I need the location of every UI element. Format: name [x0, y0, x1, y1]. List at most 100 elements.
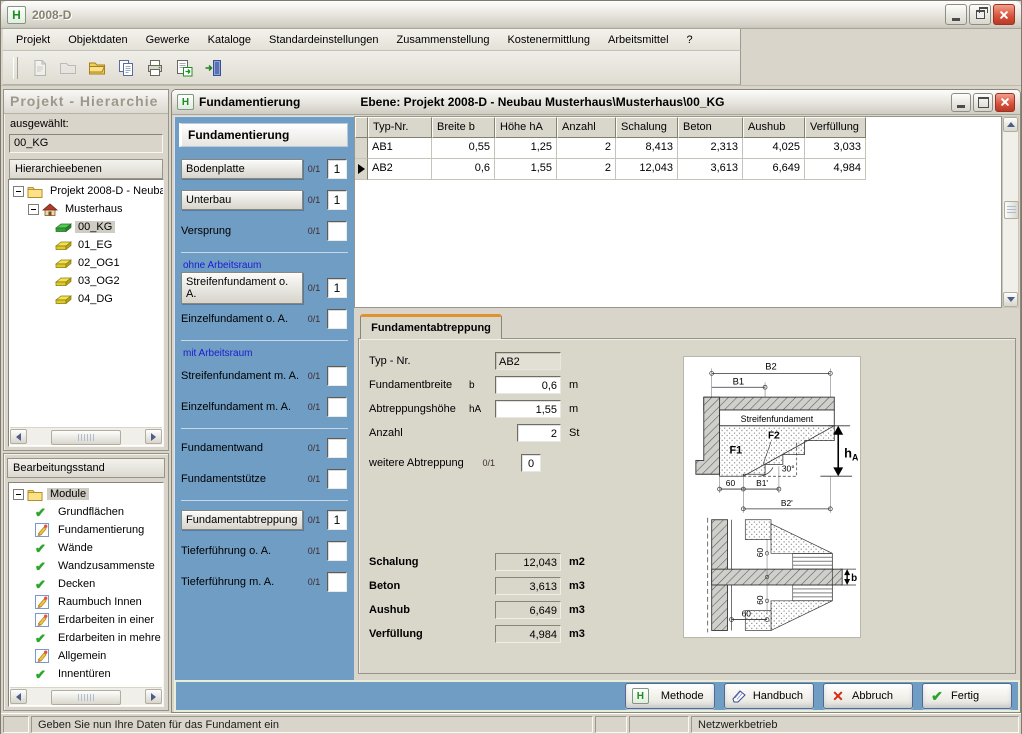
tree-item[interactable]: ✔Wandzusammenste	[9, 557, 163, 575]
scroll-right-button[interactable]	[145, 429, 162, 444]
tree-item-label[interactable]: 04_DG	[75, 293, 116, 305]
scroll-left-button[interactable]	[10, 429, 27, 444]
tree-item[interactable]: Module	[9, 485, 163, 503]
expander-minus-icon[interactable]	[28, 204, 39, 215]
column-header-schalung[interactable]: Schalung	[616, 117, 678, 138]
handbuch-button[interactable]: Handbuch	[724, 683, 814, 709]
module-button-tieferf-hrung-m-a[interactable]: Tieferführung m. A.	[181, 573, 303, 591]
abbruch-button[interactable]: ✕Abbruch	[823, 683, 913, 709]
minimize-button[interactable]	[945, 4, 967, 25]
count-box[interactable]	[327, 366, 347, 386]
input-anzahl[interactable]: 2	[517, 424, 561, 442]
count-box[interactable]	[327, 309, 347, 329]
column-header-typ-nr[interactable]: Typ-Nr.	[368, 117, 432, 138]
count-box[interactable]	[327, 572, 347, 592]
table-vscrollbar[interactable]	[1002, 116, 1019, 308]
tree-item-label[interactable]: Grundflächen	[55, 506, 127, 518]
tree-item[interactable]: 01_EG	[9, 236, 163, 254]
hierarchy-hscrollbar[interactable]	[10, 427, 162, 445]
table-row[interactable]: AB20,61,55212,0433,6136,6494,984	[355, 159, 1001, 180]
tree-item[interactable]: Erdarbeiten in einer	[9, 611, 163, 629]
module-button-einzelfundament-o-a[interactable]: Einzelfundament o. A.	[181, 310, 303, 328]
tree-item-label[interactable]: Erdarbeiten in mehre	[55, 632, 164, 644]
tree-item[interactable]: ✔Wände	[9, 539, 163, 557]
export-icon[interactable]	[172, 56, 196, 80]
levels-header[interactable]: Hierarchieebenen	[9, 159, 163, 179]
module-button-fundamentwand[interactable]: Fundamentwand	[181, 439, 303, 457]
scroll-up-button[interactable]	[1003, 117, 1018, 132]
column-header-aushub[interactable]: Aushub	[743, 117, 805, 138]
scroll-thumb[interactable]	[51, 430, 121, 445]
close-button[interactable]	[993, 4, 1015, 25]
menu-item-gewerke[interactable]: Gewerke	[137, 31, 199, 49]
tree-item-label[interactable]: 01_EG	[75, 239, 115, 251]
count-box[interactable]	[327, 541, 347, 561]
tree-item[interactable]: Raumbuch Innen	[9, 593, 163, 611]
tree-item[interactable]: ✔Erdarbeiten in mehre	[9, 629, 163, 647]
menu-item-projekt[interactable]: Projekt	[7, 31, 59, 49]
expander-minus-icon[interactable]	[13, 186, 24, 197]
scroll-thumb[interactable]	[51, 690, 121, 705]
tree-item-label[interactable]: Wände	[55, 542, 96, 554]
tree-item-label[interactable]: Raumbuch Innen	[55, 596, 145, 608]
tree-item[interactable]: 00_KG	[9, 218, 163, 236]
column-header-breite-b[interactable]: Breite b	[432, 117, 495, 138]
scroll-left-button[interactable]	[10, 689, 27, 704]
count-box[interactable]	[327, 469, 347, 489]
column-header-beton[interactable]: Beton	[678, 117, 743, 138]
module-window-titlebar[interactable]: H Fundamentierung Ebene: Projekt 2008-D …	[172, 90, 1020, 115]
tree-item-label[interactable]: Module	[47, 488, 89, 500]
menu-item-kataloge[interactable]: Kataloge	[199, 31, 260, 49]
print-icon[interactable]	[143, 56, 167, 80]
module-button-streifenfundament-o-a[interactable]: Streifenfundament o. A.	[181, 272, 303, 304]
column-header-h-he-ha[interactable]: Höhe hA	[495, 117, 557, 138]
tree-item[interactable]: ✔Grundflächen	[9, 503, 163, 521]
module-minimize-button[interactable]	[951, 93, 971, 112]
copy-icon[interactable]	[114, 56, 138, 80]
input-weitere-abtreppung[interactable]: 0	[521, 454, 541, 472]
expander-minus-icon[interactable]	[13, 489, 24, 500]
module-button-streifenfundament-m-a[interactable]: Streifenfundament m. A.	[181, 367, 303, 385]
tree-item-label[interactable]: Fundamentierung	[55, 524, 147, 536]
tree-item[interactable]: ✔Decken	[9, 575, 163, 593]
scroll-down-button[interactable]	[1003, 292, 1018, 307]
restore-button[interactable]	[969, 4, 991, 25]
tree-item[interactable]: Allgemein	[9, 647, 163, 665]
count-box[interactable]: 1	[327, 159, 347, 179]
module-button-versprung[interactable]: Versprung	[181, 222, 303, 240]
progress-hscrollbar[interactable]	[10, 687, 162, 705]
tree-item[interactable]: Musterhaus	[9, 200, 163, 218]
count-box[interactable]	[327, 438, 347, 458]
column-header-anzahl[interactable]: Anzahl	[557, 117, 616, 138]
tree-item-label[interactable]: Projekt 2008-D - Neubau	[47, 185, 164, 197]
tree-item-label[interactable]: Musterhaus	[62, 203, 125, 215]
scroll-thumb[interactable]	[1004, 201, 1019, 219]
tree-item-label[interactable]: 02_OG1	[75, 257, 123, 269]
input-fundamentbreite[interactable]: 0,6	[495, 376, 561, 394]
menu-item-help[interactable]: ?	[678, 31, 702, 49]
tree-item[interactable]: 03_OG2	[9, 272, 163, 290]
tree-item[interactable]: Fundamentierung	[9, 521, 163, 539]
open-folder-icon[interactable]	[85, 56, 109, 80]
module-button-tieferf-hrung-o-a[interactable]: Tieferführung o. A.	[181, 542, 303, 560]
tree-item-label[interactable]: Allgemein	[55, 650, 109, 662]
menu-item-zusammenstellung[interactable]: Zusammenstellung	[388, 31, 499, 49]
module-maximize-button[interactable]	[973, 93, 993, 112]
tree-item-label[interactable]: Erdarbeiten in einer	[55, 614, 157, 626]
column-header-verf-llung[interactable]: Verfüllung	[805, 117, 866, 138]
menu-item-standardeinstellungen[interactable]: Standardeinstellungen	[260, 31, 387, 49]
tree-item[interactable]: 04_DG	[9, 290, 163, 308]
title-bar[interactable]: H 2008-D	[1, 1, 1021, 29]
count-box[interactable]: 1	[327, 190, 347, 210]
tree-item-label[interactable]: Wandzusammenste	[55, 560, 158, 572]
scroll-right-button[interactable]	[145, 689, 162, 704]
count-box[interactable]: 1	[327, 510, 347, 530]
tree-item[interactable]: Projekt 2008-D - Neubau	[9, 182, 163, 200]
input-abtreppungsh-he[interactable]: 1,55	[495, 400, 561, 418]
tab-fundamentabtreppung[interactable]: Fundamentabtreppung	[360, 314, 502, 339]
methode-button[interactable]: HMethode	[625, 683, 715, 709]
count-box[interactable]	[327, 397, 347, 417]
tree-item[interactable]: ✔Innentüren	[9, 665, 163, 683]
tree-item[interactable]: 02_OG1	[9, 254, 163, 272]
module-button-unterbau[interactable]: Unterbau	[181, 190, 303, 210]
